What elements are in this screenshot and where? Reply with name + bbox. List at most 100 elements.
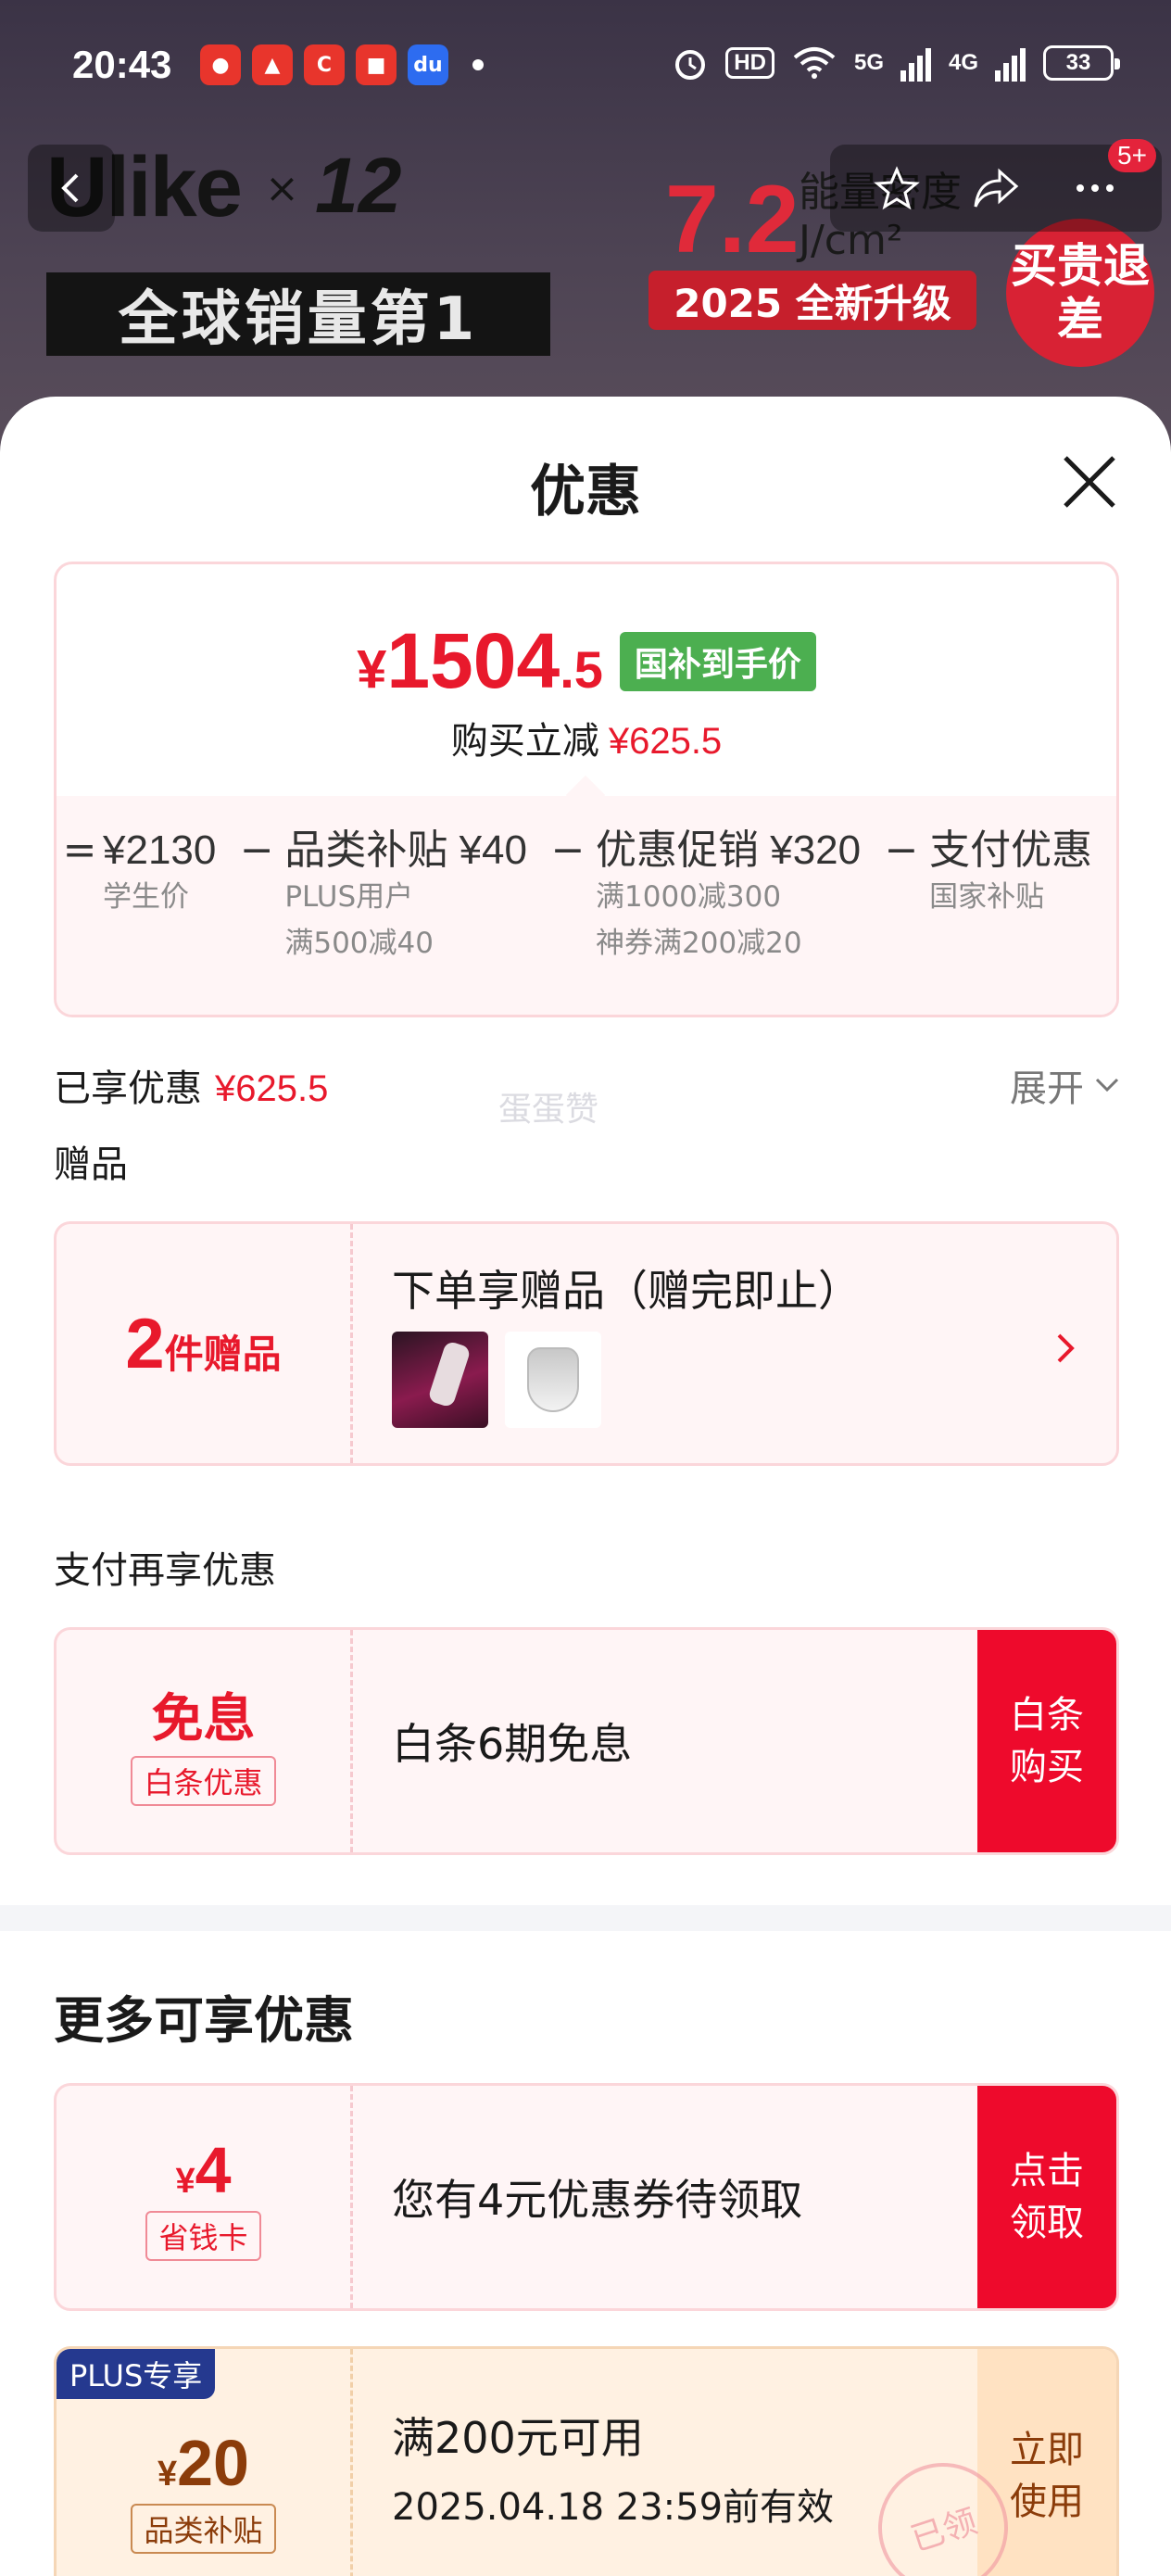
price-decimal: .5: [560, 640, 603, 699]
coupon-value: 4: [195, 2134, 232, 2206]
plus-coupon-condition: 满200元可用: [392, 2413, 644, 2463]
gift-title: 下单享赠品（赠完即止）: [392, 1266, 861, 1316]
app-icon: ●: [200, 44, 241, 85]
breakdown-value: 支付优惠: [929, 827, 1093, 873]
app-icon: C: [304, 44, 345, 85]
interest-free-title: 免息: [151, 1688, 256, 1749]
more-discounts-title: 更多可享优惠: [54, 1991, 354, 2050]
baitiao-buy-label: 白条购买: [1010, 1694, 1084, 1788]
breakdown-note: 神券满200减20: [596, 927, 802, 960]
plus-coupon-expiry: 2025.04.18 23:59前有效: [392, 2486, 835, 2529]
breakdown-item: 支付优惠 国家补贴: [929, 827, 1105, 920]
enjoyed-discount-value: ¥625.5: [215, 1068, 329, 1109]
chevron-down-icon: [1095, 1078, 1119, 1092]
claim-coupon-label: 点击领取: [1010, 2150, 1084, 2244]
breakdown-operator: =: [62, 827, 97, 874]
close-icon[interactable]: [1058, 450, 1121, 513]
anniversary-logo: 12: [315, 142, 402, 229]
hd-icon: HD: [725, 47, 774, 79]
gift-thumbnail-cream: [392, 1332, 488, 1428]
app-icon: ▲: [252, 44, 293, 85]
interest-free-card: 免息 白条优惠 白条6期免息 白条购买: [54, 1627, 1119, 1855]
breakdown-operator: −: [884, 827, 919, 874]
breakdown-note: PLUS用户: [284, 880, 414, 914]
signal-5g-label: 5G: [853, 50, 884, 75]
price-summary-card: ¥1504.5 国补到手价 购买立减 ¥625.5 = ¥2130 学生价 − 品…: [54, 562, 1119, 1017]
plus-exclusive-tag: PLUS专享: [57, 2349, 216, 2399]
coupon-badge: ¥4 省钱卡: [57, 2086, 353, 2308]
money-saving-card-pill: 省钱卡: [145, 2211, 261, 2261]
price-currency: ¥: [357, 639, 387, 700]
breakdown-note: 学生价: [103, 880, 189, 914]
alarm-icon: [675, 50, 706, 80]
instant-discount: 购买立减 ¥625.5: [57, 711, 1116, 764]
upgrade-banner: 2025 全新升级: [648, 271, 976, 330]
breakdown-item: 优惠促销 ¥320 满1000减300 神券满200减20: [596, 827, 874, 966]
app-icon: ■: [356, 44, 397, 85]
signal-icon: [900, 48, 931, 82]
app-icon: du: [408, 44, 448, 85]
watermark: 蛋蛋赞: [498, 1091, 599, 1129]
breakdown-operator: −: [239, 827, 274, 874]
breakdown-value: 优惠促销 ¥320: [596, 827, 862, 873]
notification-icons: ● ▲ C ■ du: [200, 44, 484, 85]
coupon-card: ¥4 省钱卡 您有4元优惠券待领取 点击领取: [54, 2083, 1119, 2311]
gift-count-unit: 件赠品: [164, 1331, 282, 1377]
enjoyed-discount-label: 已享优惠: [54, 1067, 202, 1110]
breakdown-note: 满1000减300: [596, 880, 782, 914]
final-price: ¥1504.5: [357, 616, 603, 706]
baitiao-buy-button[interactable]: 白条购买: [977, 1630, 1116, 1852]
gift-count: 2件赠品: [125, 1304, 281, 1384]
enjoyed-discount: 已享优惠 ¥625.5: [54, 1058, 328, 1112]
status-indicators: HD 5G 4G 33: [672, 44, 1120, 82]
sales-slogan: 全球销量第1: [46, 272, 550, 356]
expand-label: 展开: [1010, 1067, 1084, 1110]
installment-text: 白条6期免息: [392, 1719, 633, 1769]
brand-separator: ×: [265, 165, 299, 212]
payment-section-label: 支付再享优惠: [54, 1549, 276, 1592]
coupon-amount: ¥4: [175, 2133, 231, 2207]
breakdown-operator: −: [550, 827, 586, 874]
gift-card[interactable]: 2件赠品 下单享赠品（赠完即止）: [54, 1221, 1119, 1466]
sheet-title: 优惠: [530, 460, 641, 524]
wifi-icon: [793, 47, 836, 79]
baitiao-discount-pill: 白条优惠: [131, 1755, 276, 1806]
instant-discount-value: ¥625.5: [608, 721, 723, 762]
plus-coupon-value: 20: [177, 2427, 249, 2499]
gift-thumbnail-device-head: [505, 1332, 601, 1428]
breakdown-item: 品类补贴 ¥40 PLUS用户 满500减40: [284, 827, 540, 966]
gift-count-number: 2: [125, 1304, 165, 1383]
more-options-icon[interactable]: [1071, 164, 1119, 212]
subsidy-price-tag: 国补到手价: [619, 631, 816, 691]
signal-4g-label: 4G: [948, 50, 978, 75]
claim-coupon-button[interactable]: 点击领取: [977, 2086, 1116, 2308]
breakdown-note: 满500减40: [284, 927, 434, 960]
signal-icon: [995, 48, 1026, 82]
price-integer: 1504: [386, 617, 560, 704]
discount-sheet: 优惠 ¥1504.5 国补到手价 购买立减 ¥625.5 = ¥2130 学生价 …: [0, 397, 1171, 2576]
battery-icon: 33: [1043, 45, 1120, 81]
breakdown-item: ¥2130 学生价: [103, 827, 229, 920]
back-button[interactable]: [28, 145, 115, 232]
share-icon[interactable]: [970, 164, 1022, 212]
energy-value: 7.2: [665, 166, 800, 273]
section-divider: [0, 1905, 1171, 1931]
instant-discount-label: 购买立减: [450, 720, 599, 763]
breakdown-row: = ¥2130 学生价 − 品类补贴 ¥40 PLUS用户 满500减40 − …: [57, 827, 1105, 966]
plus-coupon-amount: ¥20: [157, 2426, 249, 2500]
plus-coupon-currency: ¥: [157, 2455, 178, 2494]
coupon-text: 您有4元优惠券待领取: [392, 2175, 803, 2225]
favorite-star-icon[interactable]: [873, 164, 921, 212]
final-price-row: ¥1504.5 国补到手价: [57, 616, 1116, 706]
expand-button[interactable]: 展开: [1010, 1058, 1121, 1112]
gift-thumbnails: [392, 1332, 601, 1428]
status-time: 20:43: [72, 43, 172, 86]
interest-free-badge: 免息 白条优惠: [57, 1630, 353, 1852]
use-now-label: 立即使用: [1010, 2429, 1084, 2523]
breakdown-value: ¥2130: [103, 827, 217, 873]
status-bar: 20:43 ● ▲ C ■ du HD 5G 4G 33: [0, 0, 1171, 130]
message-count-badge: 5+: [1108, 139, 1156, 172]
category-subsidy-pill: 品类补贴: [131, 2504, 276, 2554]
price-breakdown[interactable]: = ¥2130 学生价 − 品类补贴 ¥40 PLUS用户 满500减40 − …: [57, 796, 1116, 1015]
gift-count-badge: 2件赠品: [57, 1224, 353, 1463]
